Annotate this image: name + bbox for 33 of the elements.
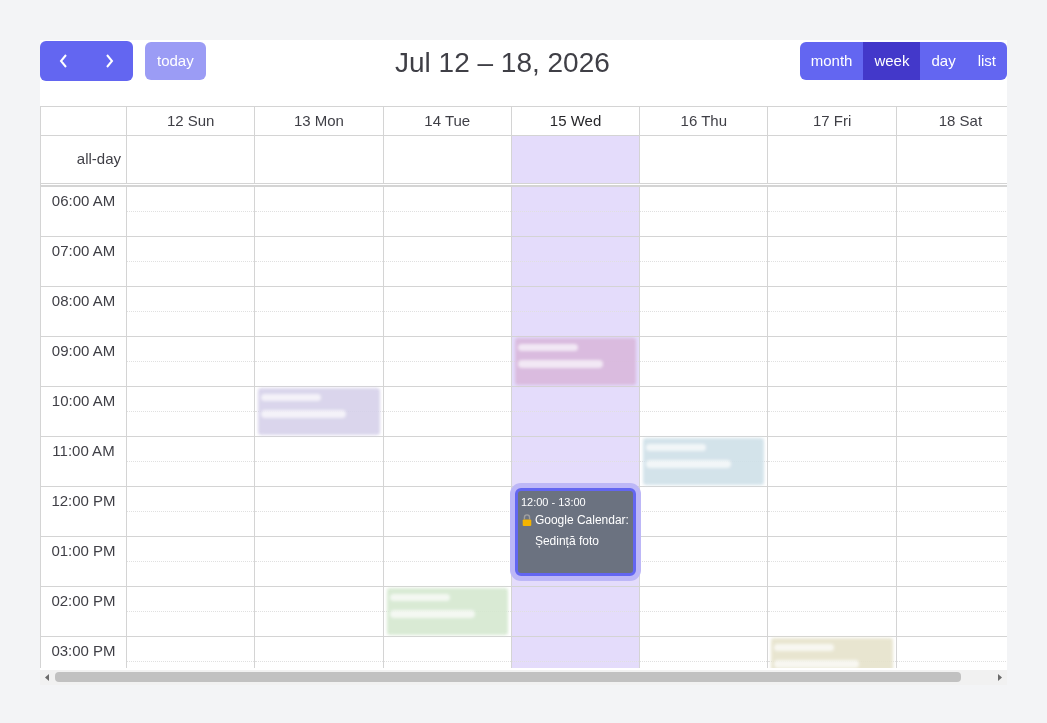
time-label: 03:00 PM [51,641,116,660]
view-tab[interactable]: list [966,42,1007,80]
day-header: 18 Sat [938,110,983,131]
view-tab[interactable]: week [863,42,921,80]
day-header: 14 Tue [424,110,471,131]
calendar-event[interactable] [514,338,637,385]
chevron-left-icon [58,53,69,69]
day-header: 16 Thu [680,110,728,131]
padlock-icon [520,513,533,527]
date-range-title: Jul 12 – 18, 2026 [395,46,610,80]
horizontal-scrollbar[interactable] [40,670,1007,685]
event-title: Google Calendar: Ședință foto [534,512,630,550]
day-header: 13 Mon [293,110,344,131]
time-label: 10:00 AM [51,391,116,410]
day-header: 17 Fri [812,110,852,131]
time-label: 12:00 PM [51,491,116,510]
day-header: 15 Wed [549,110,602,131]
calendar-event[interactable] [643,438,765,485]
event-time: 12:00 - 13:00 [520,495,587,510]
time-label: 07:00 AM [51,241,116,260]
all-day-label: all-day [76,149,121,170]
time-label: 11:00 AM [52,441,115,460]
calendar-event[interactable] [258,388,380,435]
view-tab[interactable]: day [920,42,967,80]
chevron-right-icon [104,53,115,69]
view-tab[interactable]: month [799,42,864,80]
time-label: 09:00 AM [51,341,116,360]
calendar-event[interactable] [386,588,508,635]
day-header: 12 Sun [166,110,215,131]
time-label: 06:00 AM [51,191,116,210]
time-label: 08:00 AM [51,291,116,310]
time-label: 02:00 PM [51,591,116,610]
time-label: 01:00 PM [51,541,116,560]
